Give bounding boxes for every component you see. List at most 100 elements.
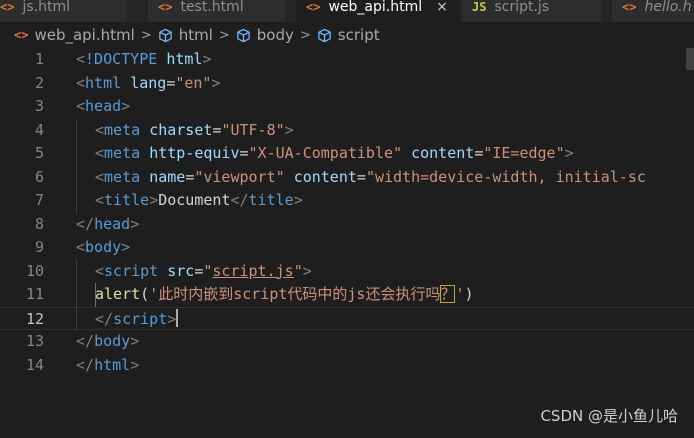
- breadcrumb-item-label: html: [178, 26, 213, 44]
- code-token: >: [130, 355, 140, 374]
- code-line[interactable]: 11 alert('此时内嵌到script代码中的js还会执行吗？'): [0, 283, 694, 307]
- breadcrumb-item-label: body: [256, 26, 294, 44]
- code-token: script: [113, 309, 168, 328]
- code-text: <html lang="en">: [76, 72, 221, 96]
- breadcrumb-file-label: web_api.html: [34, 26, 135, 44]
- code-line[interactable]: 6 <meta name="viewport" content="width=de…: [0, 166, 694, 190]
- code-line[interactable]: 9 <body>: [0, 236, 694, 260]
- breadcrumb-item-html[interactable]: html: [158, 26, 213, 44]
- code-token: =: [474, 144, 484, 162]
- code-token: </: [76, 332, 95, 350]
- code-token: content: [293, 167, 357, 186]
- scrollbar-thumb[interactable]: [686, 48, 694, 70]
- line-number: 11: [25, 285, 44, 303]
- code-token: "en": [175, 73, 212, 92]
- line-number: 12: [25, 309, 44, 328]
- code-token: meta: [104, 144, 141, 162]
- watermark: CSDN @是小鱼儿哈: [540, 407, 678, 425]
- code-token: >: [202, 50, 212, 68]
- code-line[interactable]: 14 </html>: [0, 354, 694, 378]
- code-token: =: [185, 167, 195, 186]
- code-token: ？: [440, 285, 456, 303]
- indent-guide: [76, 118, 77, 213]
- code-token: </: [230, 191, 249, 209]
- breadcrumb-item-label: script: [337, 26, 380, 44]
- code-line[interactable]: 10 <script src="script.js">: [0, 260, 694, 284]
- tab-label: js.html: [22, 0, 70, 15]
- code-token: name: [149, 167, 186, 186]
- code-token: script: [104, 261, 159, 280]
- code-line[interactable]: 13 </body>: [0, 330, 694, 354]
- code-token: (: [140, 285, 150, 303]
- tab-label: test.html: [180, 0, 244, 15]
- code-token: body: [94, 332, 131, 350]
- breadcrumb-item-script[interactable]: script: [317, 26, 380, 44]
- breadcrumb-separator: >: [140, 27, 152, 43]
- code-token: head: [94, 214, 131, 233]
- code-text: alert('此时内嵌到script代码中的js还会执行吗？'): [95, 283, 474, 307]
- code-text: <script src="script.js">: [95, 260, 312, 284]
- code-token: "viewport": [194, 167, 285, 186]
- line-number: 10: [25, 261, 44, 280]
- code-token: <: [95, 120, 105, 139]
- tab-test-html[interactable]: <> test.html: [148, 0, 286, 22]
- line-number: 4: [34, 120, 44, 139]
- html-file-icon: <>: [14, 28, 29, 42]
- code-line[interactable]: 7 <title>Document</title>: [0, 189, 694, 213]
- tab-hello-html[interactable]: <> hello.h: [612, 0, 694, 22]
- code-token: !DOCTYPE: [85, 50, 158, 68]
- code-token: <: [76, 238, 86, 256]
- line-number: 3: [34, 97, 44, 115]
- code-line[interactable]: 4 <meta charset="UTF-8">: [0, 119, 694, 143]
- line-number: 2: [34, 73, 44, 92]
- code-line[interactable]: 12 </script>: [0, 306, 694, 332]
- code-text: </head>: [76, 213, 139, 237]
- code-token: </: [95, 309, 114, 328]
- line-number: 14: [25, 355, 44, 374]
- breadcrumb: <> web_api.html > html > body > script: [0, 22, 694, 48]
- code-text: </body>: [76, 330, 139, 354]
- code-line[interactable]: 3 <head>: [0, 95, 694, 119]
- breadcrumb-file[interactable]: <> web_api.html: [14, 26, 135, 44]
- breadcrumb-item-body[interactable]: body: [236, 26, 294, 44]
- code-line[interactable]: 1 <!DOCTYPE html>: [0, 48, 694, 72]
- code-token: =: [166, 73, 176, 92]
- tab-script-js[interactable]: JS script.js: [462, 0, 602, 22]
- code-token: >: [211, 73, 221, 92]
- indent-guide: [95, 283, 96, 307]
- code-token: >: [121, 97, 131, 115]
- code-token: "UTF-8": [221, 120, 285, 139]
- code-token: body: [85, 238, 122, 256]
- code-text: <meta name="viewport" content="width=dev…: [95, 166, 646, 190]
- indent-guide: [76, 259, 77, 330]
- tab-js-html[interactable]: <> js.html: [0, 0, 128, 22]
- breadcrumb-separator: >: [299, 27, 311, 43]
- line-number: 7: [34, 191, 44, 209]
- code-token: <: [95, 167, 105, 186]
- code-token: meta: [104, 120, 141, 139]
- line-number: 5: [34, 144, 44, 162]
- cube-icon: [237, 28, 250, 42]
- tab-bar: <> js.html <> test.html <> web_api.html …: [0, 0, 694, 22]
- code-token: >: [149, 191, 159, 209]
- code-token: src: [167, 261, 195, 280]
- code-line[interactable]: 8 </head>: [0, 213, 694, 237]
- code-line[interactable]: 5 <meta http-equiv="X-UA-Compatible" cont…: [0, 142, 694, 166]
- code-text: </html>: [76, 354, 139, 378]
- breadcrumb-separator: >: [218, 27, 230, 43]
- code-line[interactable]: 2 <html lang="en">: [0, 72, 694, 96]
- code-text: </script>: [95, 308, 179, 332]
- code-token: Document: [158, 191, 231, 209]
- js-file-icon: JS: [472, 0, 487, 14]
- tab-web-api-html[interactable]: <> web_api.html ×: [296, 0, 461, 22]
- code-editor[interactable]: 1 <!DOCTYPE html> 2 <html lang="en"> 3 <head>…: [0, 48, 694, 438]
- code-text: <body>: [76, 236, 130, 260]
- line-number: 1: [34, 50, 44, 68]
- code-token: <: [95, 144, 105, 162]
- close-icon[interactable]: ×: [436, 0, 448, 15]
- code-text: <head>: [76, 95, 130, 119]
- code-text: <title>Document</title>: [95, 189, 303, 213]
